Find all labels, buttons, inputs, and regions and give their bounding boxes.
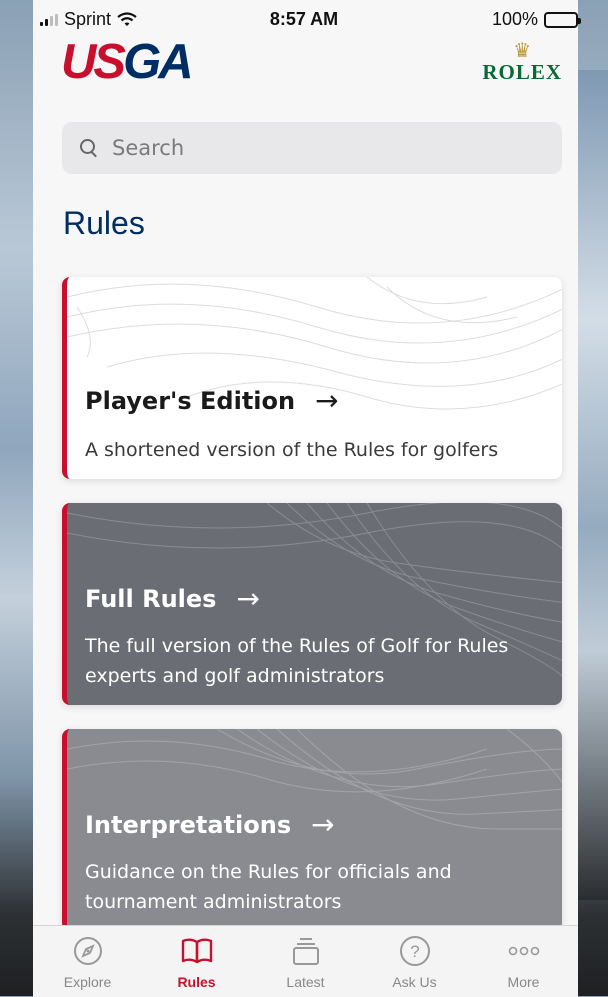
arrow-right-icon: → bbox=[311, 808, 335, 841]
book-icon bbox=[180, 934, 214, 968]
tab-rules[interactable]: Rules bbox=[142, 926, 251, 997]
card-title: Interpretations bbox=[85, 811, 292, 839]
status-bar: Sprint 8:57 AM 100% bbox=[0, 0, 608, 40]
rolex-logo[interactable]: ♛ ROLEX bbox=[482, 40, 562, 83]
card-title: Full Rules bbox=[85, 585, 217, 613]
compass-icon bbox=[71, 934, 105, 968]
usga-logo[interactable]: USGA bbox=[61, 38, 194, 87]
tab-more[interactable]: More bbox=[469, 926, 578, 997]
tab-latest[interactable]: Latest bbox=[251, 926, 360, 997]
card-description: A shortened version of the Rules for gol… bbox=[85, 439, 499, 461]
tab-ask-us[interactable]: ? Ask Us bbox=[360, 926, 469, 997]
search-icon bbox=[80, 139, 98, 157]
battery-percent: 100% bbox=[491, 9, 538, 29]
background-photo-right bbox=[578, 70, 608, 900]
rolex-wordmark: ROLEX bbox=[482, 60, 562, 84]
card-full-rules[interactable]: Full Rules → The full version of the Rul… bbox=[62, 503, 562, 705]
search-bar[interactable] bbox=[62, 122, 562, 174]
tab-bar: Explore Rules Latest ? Ask Us More bbox=[33, 925, 578, 997]
question-icon: ? bbox=[398, 934, 432, 968]
card-players-edition[interactable]: Player's Edition → A shortened version o… bbox=[62, 277, 562, 479]
card-description: Guidance on the Rules for officials and … bbox=[85, 861, 452, 913]
stack-icon bbox=[289, 934, 323, 968]
page-title: Rules bbox=[63, 205, 145, 241]
card-interpretations[interactable]: Interpretations → Guidance on the Rules … bbox=[62, 729, 562, 931]
crown-icon: ♛ bbox=[513, 38, 532, 62]
more-dots-icon bbox=[507, 934, 541, 968]
card-description: The full version of the Rules of Golf fo… bbox=[85, 635, 509, 687]
svg-text:?: ? bbox=[410, 942, 419, 961]
card-title: Player's Edition bbox=[85, 387, 296, 415]
battery-icon bbox=[544, 11, 581, 28]
arrow-right-icon: → bbox=[315, 384, 339, 417]
search-input[interactable] bbox=[110, 135, 514, 161]
arrow-right-icon: → bbox=[236, 582, 260, 615]
tab-explore[interactable]: Explore bbox=[33, 926, 142, 997]
